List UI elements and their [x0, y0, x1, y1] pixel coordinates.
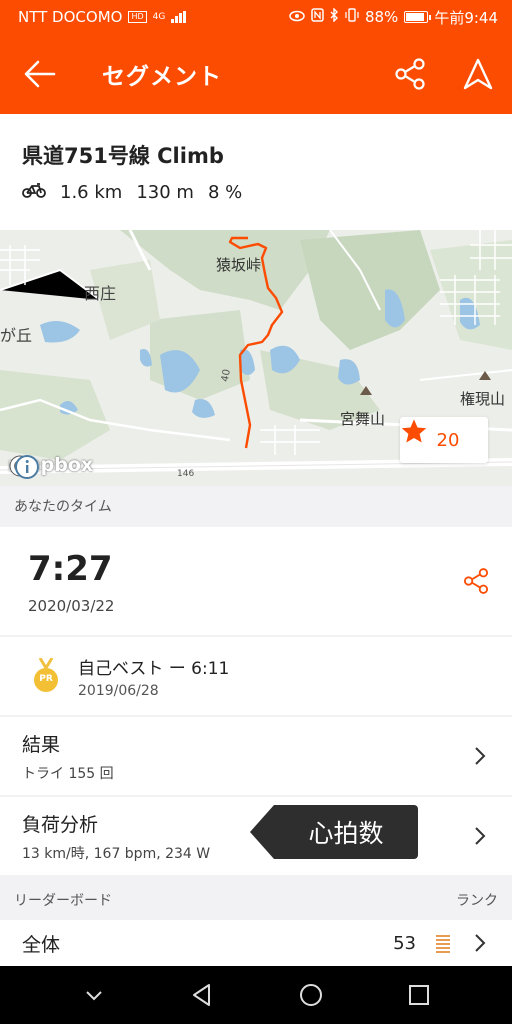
results-texts: 結果 トライ 155 回 [22, 730, 470, 783]
back-arrow-icon[interactable] [0, 34, 80, 114]
share-icon[interactable] [376, 34, 444, 114]
segment-header: 県道751号線 Climb 1.6 km 130 m 8 % [0, 114, 512, 230]
info-icon[interactable] [14, 454, 40, 480]
carrier-name: NTT DOCOMO [18, 8, 123, 26]
chevron-right-icon [475, 934, 486, 952]
map-label-saruzaka: 猿坂峠 [216, 256, 262, 274]
map-label-route146: 146 [177, 469, 195, 479]
your-time-section-label: あなたのタイム [0, 486, 512, 526]
rank-label: ランク [456, 893, 498, 909]
status-bar: NTT DOCOMO HD 4G 88% 午前9:44 [0, 0, 512, 34]
map-label-nishisho: 西庄 [84, 284, 117, 303]
overall-texts: 全体 [22, 930, 393, 957]
chevron-right-icon [475, 747, 486, 765]
vibrate-icon [345, 8, 359, 26]
segment-map[interactable]: 猿坂峠 西庄 が丘 宮舞山 権現山 146 40 20 mapbox [0, 230, 512, 486]
clock: 午前9:44 [434, 8, 498, 27]
your-time-card[interactable]: 7:27 2020/03/22 [0, 527, 512, 635]
mapbox-logo[interactable]: mapbox [8, 454, 93, 479]
tooltip-text: 心拍数 [274, 805, 418, 859]
map-label-miyamaiyama: 宮舞山 [340, 410, 386, 428]
system-nav-bar [0, 966, 512, 1024]
eye-icon [289, 8, 305, 26]
leaderboard-list-icon [436, 935, 450, 953]
segment-stats: 1.6 km 130 m 8 % [22, 182, 490, 203]
share-effort-icon[interactable] [462, 567, 490, 599]
your-time-label: あなたのタイム [14, 499, 112, 515]
battery-icon [404, 11, 432, 23]
segment-elevation: 130 m [136, 182, 194, 203]
signal-icon [171, 11, 187, 23]
network-type: 4G [152, 12, 166, 22]
map-label-gongenyama: 権現山 [460, 390, 506, 408]
results-label: 結果 [22, 733, 61, 756]
segment-distance: 1.6 km [60, 182, 123, 203]
pr-date: 2019/06/28 [78, 682, 159, 699]
nav-recents-icon[interactable] [407, 983, 431, 1007]
pr-label: 自己ベスト ー 6:11 [78, 658, 230, 679]
chevron-right-icon [475, 827, 486, 845]
heart-rate-tooltip[interactable]: 心拍数 [250, 805, 418, 859]
map-label-route40: 40 [219, 368, 233, 383]
favorite-count: 20 [436, 429, 460, 451]
battery-percent: 88% [364, 8, 399, 26]
pr-badge-text: PR [39, 674, 53, 684]
effort-date: 2020/03/22 [28, 597, 115, 615]
nav-back-icon[interactable] [189, 982, 215, 1008]
leaderboard-label: リーダーボード [14, 893, 112, 909]
pr-medal-icon: PR [32, 657, 60, 694]
personal-record-row[interactable]: PR 自己ベスト ー 6:11 2019/06/28 [0, 637, 512, 715]
pr-texts: 自己ベスト ー 6:11 2019/06/28 [78, 654, 229, 699]
leaderboard-section-label: リーダーボード ランク [0, 880, 512, 920]
chevron-down-icon[interactable] [82, 983, 106, 1007]
bluetooth-icon [330, 7, 339, 26]
app-bar: セグメント [0, 34, 512, 114]
leaderboard-overall-row[interactable]: 全体 53 [0, 920, 512, 966]
nfc-icon [311, 8, 324, 26]
bicycle-icon [22, 182, 46, 203]
navigate-icon[interactable] [444, 34, 512, 114]
results-attempts: トライ 155 回 [22, 765, 114, 782]
tooltip-arrow [250, 805, 274, 859]
effort-time: 7:27 [28, 549, 113, 589]
nav-home-icon[interactable] [298, 982, 324, 1008]
results-row[interactable]: 結果 トライ 155 回 [0, 717, 512, 795]
segment-name: 県道751号線 Climb [22, 144, 224, 168]
overall-rank: 53 [393, 932, 416, 954]
map-label-gaoka: が丘 [0, 326, 33, 345]
hd-badge: HD [128, 11, 147, 23]
page-title: セグメント [102, 64, 222, 90]
favorite-button[interactable]: 20 [400, 417, 488, 463]
segment-grade: 8 % [207, 182, 243, 203]
overall-label: 全体 [22, 933, 61, 956]
